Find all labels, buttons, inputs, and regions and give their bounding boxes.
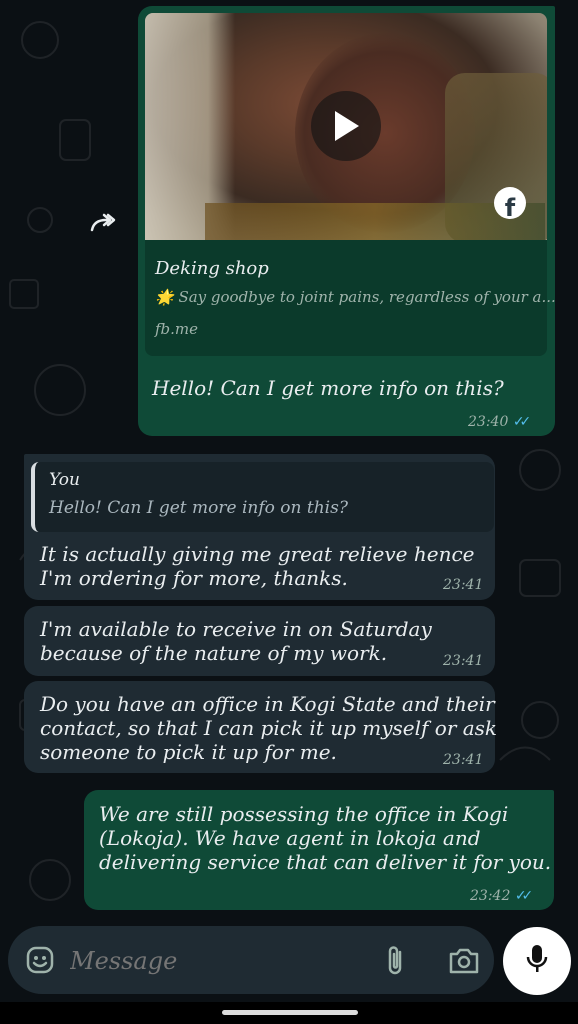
quoted-author: You [49, 470, 80, 490]
message-text: Hello! Can I get more info on this? [152, 376, 504, 400]
double-check-icon: ✓✓ [512, 414, 532, 430]
link-preview[interactable]: Deking shop 🌟 Say goodbye to joint pains… [145, 240, 556, 356]
message-timestamp: 23:41 [443, 577, 484, 593]
message-timestamp: 23:41 [443, 752, 484, 768]
facebook-icon: f [494, 187, 526, 219]
message-timestamp: 23:40 ✓✓ [468, 414, 532, 430]
paperclip-icon[interactable] [382, 944, 410, 978]
link-preview-description: 🌟 Say goodbye to joint pains, regardless… [155, 288, 556, 306]
message-text: I'm available to receive in on Saturday … [40, 617, 432, 665]
link-preview-url: fb.me [155, 320, 199, 338]
quoted-message[interactable]: You Hello! Can I get more info on this? [31, 462, 494, 532]
home-gesture-handle[interactable] [222, 1010, 358, 1015]
message-composer[interactable] [8, 926, 494, 994]
message-timestamp: 23:42 ✓✓ [470, 888, 534, 904]
message-text: Do you have an office in Kogi State and … [40, 692, 498, 764]
forward-icon[interactable] [84, 205, 124, 239]
camera-icon[interactable] [448, 946, 480, 976]
link-preview-title: Deking shop [155, 258, 269, 279]
microphone-button[interactable] [503, 927, 571, 995]
message-text: We are still possessing the office in Ko… [99, 802, 552, 874]
play-icon[interactable] [311, 91, 381, 161]
emoji-icon[interactable] [24, 944, 56, 976]
double-check-icon: ✓✓ [514, 888, 534, 904]
microphone-icon [525, 943, 549, 979]
message-input[interactable] [68, 940, 362, 982]
message-text: It is actually giving me great relieve h… [40, 542, 475, 590]
quoted-text: Hello! Can I get more info on this? [49, 498, 348, 518]
message-timestamp: 23:41 [443, 653, 484, 669]
